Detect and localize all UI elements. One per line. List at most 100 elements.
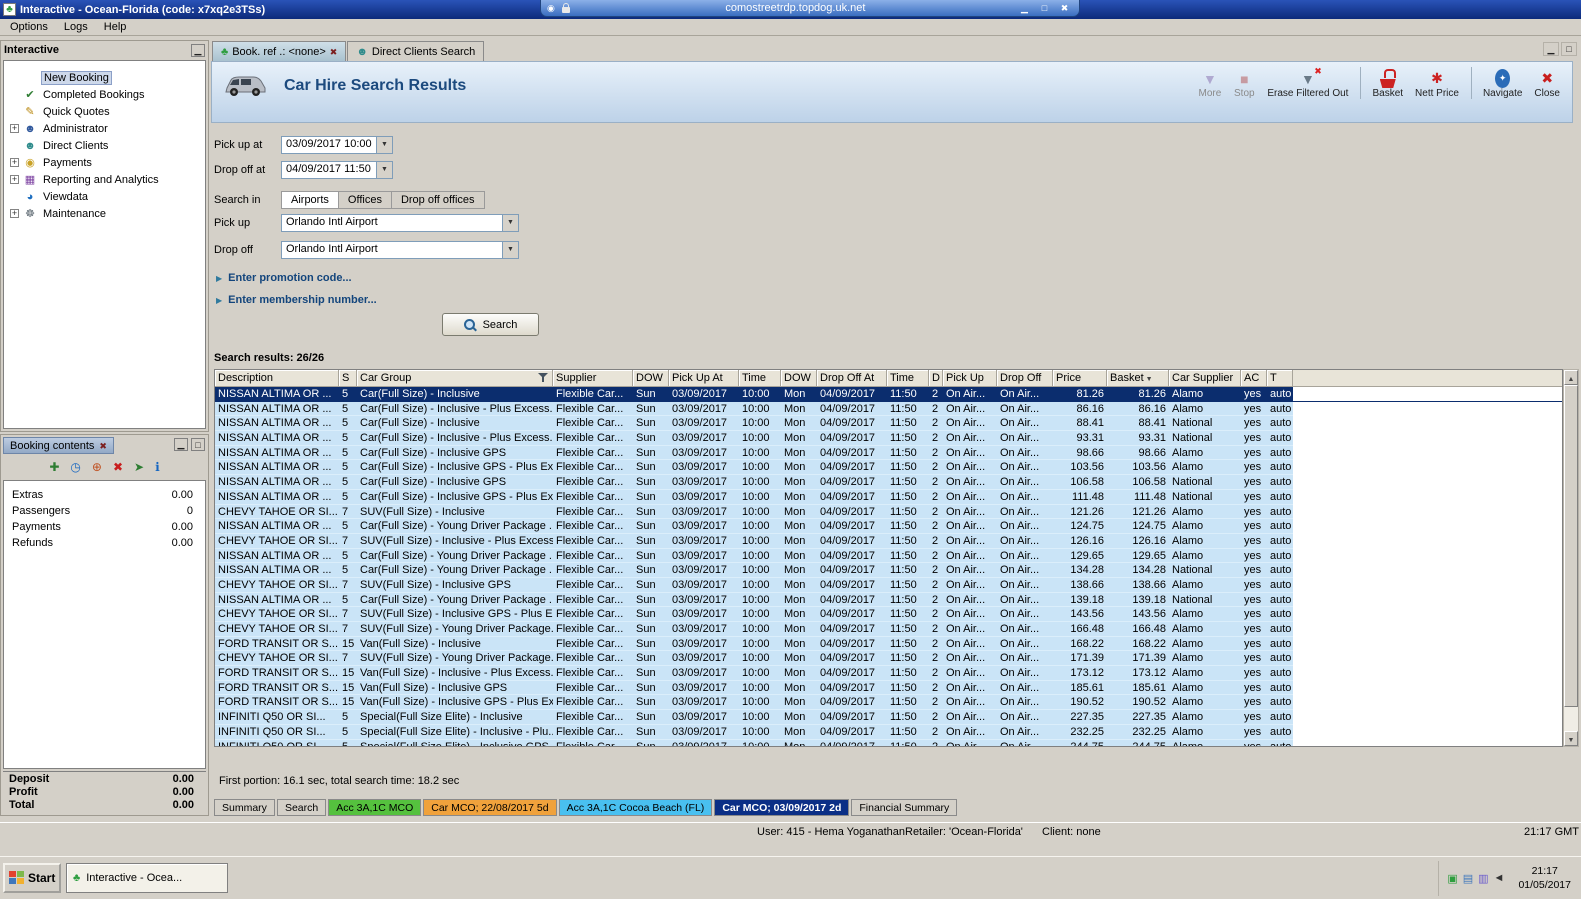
expand-icon[interactable]	[10, 158, 19, 167]
nett-price-button[interactable]: Nett Price	[1409, 67, 1472, 99]
column-header[interactable]: Price	[1053, 370, 1107, 387]
erase-filtered-out-button[interactable]: Erase Filtered Out	[1261, 66, 1362, 99]
table-row[interactable]: NISSAN ALTIMA OR ... 5 Car(Full Size) - …	[215, 519, 1562, 534]
volume-icon[interactable]	[1494, 872, 1505, 885]
table-row[interactable]: FORD TRANSIT OR S... 15 Van(Full Size) -…	[215, 636, 1562, 652]
column-header[interactable]: DOW	[633, 370, 669, 387]
expand-icon[interactable]	[10, 124, 19, 133]
sidebar-item[interactable]: Reporting and Analytics	[6, 171, 205, 188]
rdp-close-button[interactable]	[1056, 2, 1073, 15]
sidebar-item[interactable]: Completed Bookings	[6, 86, 205, 103]
search-in-tab[interactable]: Airports	[281, 190, 339, 209]
booking-section-tab[interactable]: Car MCO; 22/08/2017 5d	[423, 799, 557, 816]
sidebar-item[interactable]: Maintenance	[6, 205, 205, 222]
promotion-code-toggle[interactable]: Enter promotion code...	[216, 270, 351, 286]
expand-icon[interactable]	[10, 175, 19, 184]
column-header[interactable]: D	[929, 370, 943, 387]
sidebar-item[interactable]: Quick Quotes	[6, 103, 205, 120]
rdp-minimize-button[interactable]	[1016, 2, 1033, 15]
search-in-tab[interactable]: Offices	[337, 190, 392, 209]
column-header[interactable]: T	[1267, 370, 1293, 387]
minimize-view-button[interactable]	[1543, 42, 1559, 56]
table-row[interactable]: FORD TRANSIT OR S... 15 Van(Full Size) -…	[215, 666, 1562, 681]
column-header[interactable]: Basket	[1107, 370, 1169, 387]
table-row[interactable]: CHEVY TAHOE OR SI... 7 SUV(Full Size) - …	[215, 533, 1562, 549]
filter-icon[interactable]	[538, 373, 549, 383]
table-row[interactable]: NISSAN ALTIMA OR ... 5 Car(Full Size) - …	[215, 592, 1562, 608]
scroll-up-button[interactable]	[1564, 370, 1578, 385]
menu-item[interactable]: Logs	[56, 20, 96, 34]
booking-contents-tab[interactable]: Booking contents	[3, 437, 114, 454]
sidebar-item[interactable]: Viewdata	[6, 188, 205, 205]
column-header[interactable]: Pick Up At	[669, 370, 739, 387]
column-header[interactable]: Supplier	[553, 370, 633, 387]
table-row[interactable]: FORD TRANSIT OR S... 15 Van(Full Size) -…	[215, 695, 1562, 711]
navigate-button[interactable]: Navigate	[1477, 67, 1528, 99]
table-row[interactable]: CHEVY TAHOE OR SI... 7 SUV(Full Size) - …	[215, 607, 1562, 622]
table-row[interactable]: INFINITI Q50 OR SI... 5 Special(Full Siz…	[215, 710, 1562, 725]
minimize-panel-button[interactable]	[174, 438, 188, 451]
table-row[interactable]: CHEVY TAHOE OR SI... 7 SUV(Full Size) - …	[215, 577, 1562, 593]
network-icon[interactable]	[1478, 872, 1488, 885]
table-row[interactable]: INFINITI Q50 OR SI... 5 Special(Full Siz…	[215, 739, 1562, 746]
sidebar-item[interactable]: New Booking	[6, 69, 205, 86]
booking-section-tab[interactable]: Summary	[214, 799, 275, 816]
table-row[interactable]: CHEVY TAHOE OR SI... 7 SUV(Full Size) - …	[215, 651, 1562, 667]
close-tab-icon[interactable]	[330, 46, 338, 58]
dropdown-arrow-icon[interactable]	[376, 161, 392, 178]
booking-section-tab[interactable]: Search	[276, 799, 327, 816]
scroll-down-button[interactable]	[1564, 731, 1578, 746]
float-panel-button[interactable]	[191, 438, 205, 451]
sidebar-item[interactable]: Payments	[6, 154, 205, 171]
table-row[interactable]: CHEVY TAHOE OR SI... 7 SUV(Full Size) - …	[215, 504, 1562, 520]
table-row[interactable]: NISSAN ALTIMA OR ... 5 Car(Full Size) - …	[215, 416, 1562, 432]
column-header[interactable]: Car Supplier	[1169, 370, 1241, 387]
info-icon[interactable]	[155, 460, 160, 474]
pickup-at-input[interactable]: 03/09/2017 10:00	[281, 135, 393, 154]
booking-content-row[interactable]: Refunds 0.00	[4, 535, 205, 551]
document-tab[interactable]: Book. ref .: <none>	[212, 41, 347, 61]
column-header[interactable]: Pick Up	[943, 370, 997, 387]
table-row[interactable]: NISSAN ALTIMA OR ... 5 Car(Full Size) - …	[215, 563, 1562, 578]
column-header[interactable]: Time	[739, 370, 781, 387]
basket-add-icon[interactable]	[92, 460, 102, 474]
more-button[interactable]: More	[1193, 67, 1228, 99]
stop-button[interactable]: Stop	[1227, 67, 1261, 99]
history-icon[interactable]	[70, 460, 80, 474]
column-header[interactable]: Drop Off	[997, 370, 1053, 387]
booking-content-row[interactable]: Passengers 0	[4, 503, 205, 519]
search-in-tab[interactable]: Drop off offices	[390, 190, 485, 209]
booking-section-tab[interactable]: Acc 3A,1C Cocoa Beach (FL)	[558, 799, 713, 816]
taskbar-app-button[interactable]: Interactive - Ocea...	[66, 863, 228, 893]
sidebar-item[interactable]: Direct Clients	[6, 137, 205, 154]
menu-item[interactable]: Help	[96, 20, 135, 34]
table-row[interactable]: NISSAN ALTIMA OR ... 5 Car(Full Size) - …	[215, 431, 1562, 446]
dropoff-location-select[interactable]: Orlando Intl Airport	[281, 240, 519, 259]
booking-section-tab[interactable]: Financial Summary	[851, 799, 958, 816]
rdp-restore-button[interactable]	[1036, 2, 1053, 15]
column-header[interactable]: AC	[1241, 370, 1267, 387]
table-row[interactable]: CHEVY TAHOE OR SI... 7 SUV(Full Size) - …	[215, 622, 1562, 637]
table-row[interactable]: NISSAN ALTIMA OR ... 5 Car(Full Size) - …	[215, 387, 1562, 402]
expand-icon[interactable]	[10, 209, 19, 218]
delete-icon[interactable]	[113, 460, 123, 474]
export-icon[interactable]	[134, 460, 144, 474]
column-header[interactable]: Time	[887, 370, 929, 387]
dropdown-arrow-icon[interactable]	[502, 214, 518, 231]
table-row[interactable]: NISSAN ALTIMA OR ... 5 Car(Full Size) - …	[215, 460, 1562, 476]
column-header[interactable]: Description	[215, 370, 339, 387]
table-row[interactable]: NISSAN ALTIMA OR ... 5 Car(Full Size) - …	[215, 548, 1562, 564]
menu-item[interactable]: Options	[2, 20, 56, 34]
start-button[interactable]: Start	[3, 863, 61, 893]
scrollbar-thumb[interactable]	[1564, 385, 1578, 707]
basket-button[interactable]: Basket	[1366, 67, 1409, 99]
document-tab[interactable]: Direct Clients Search	[347, 41, 485, 61]
membership-number-toggle[interactable]: Enter membership number...	[216, 292, 377, 308]
table-row[interactable]: NISSAN ALTIMA OR ... 5 Car(Full Size) - …	[215, 489, 1562, 505]
pin-icon[interactable]	[547, 2, 555, 14]
add-icon[interactable]	[49, 460, 59, 474]
booking-content-row[interactable]: Extras 0.00	[4, 487, 205, 503]
column-header[interactable]: S	[339, 370, 357, 387]
column-header[interactable]: Car Group	[357, 370, 553, 387]
dropoff-at-input[interactable]: 04/09/2017 11:50	[281, 160, 393, 179]
